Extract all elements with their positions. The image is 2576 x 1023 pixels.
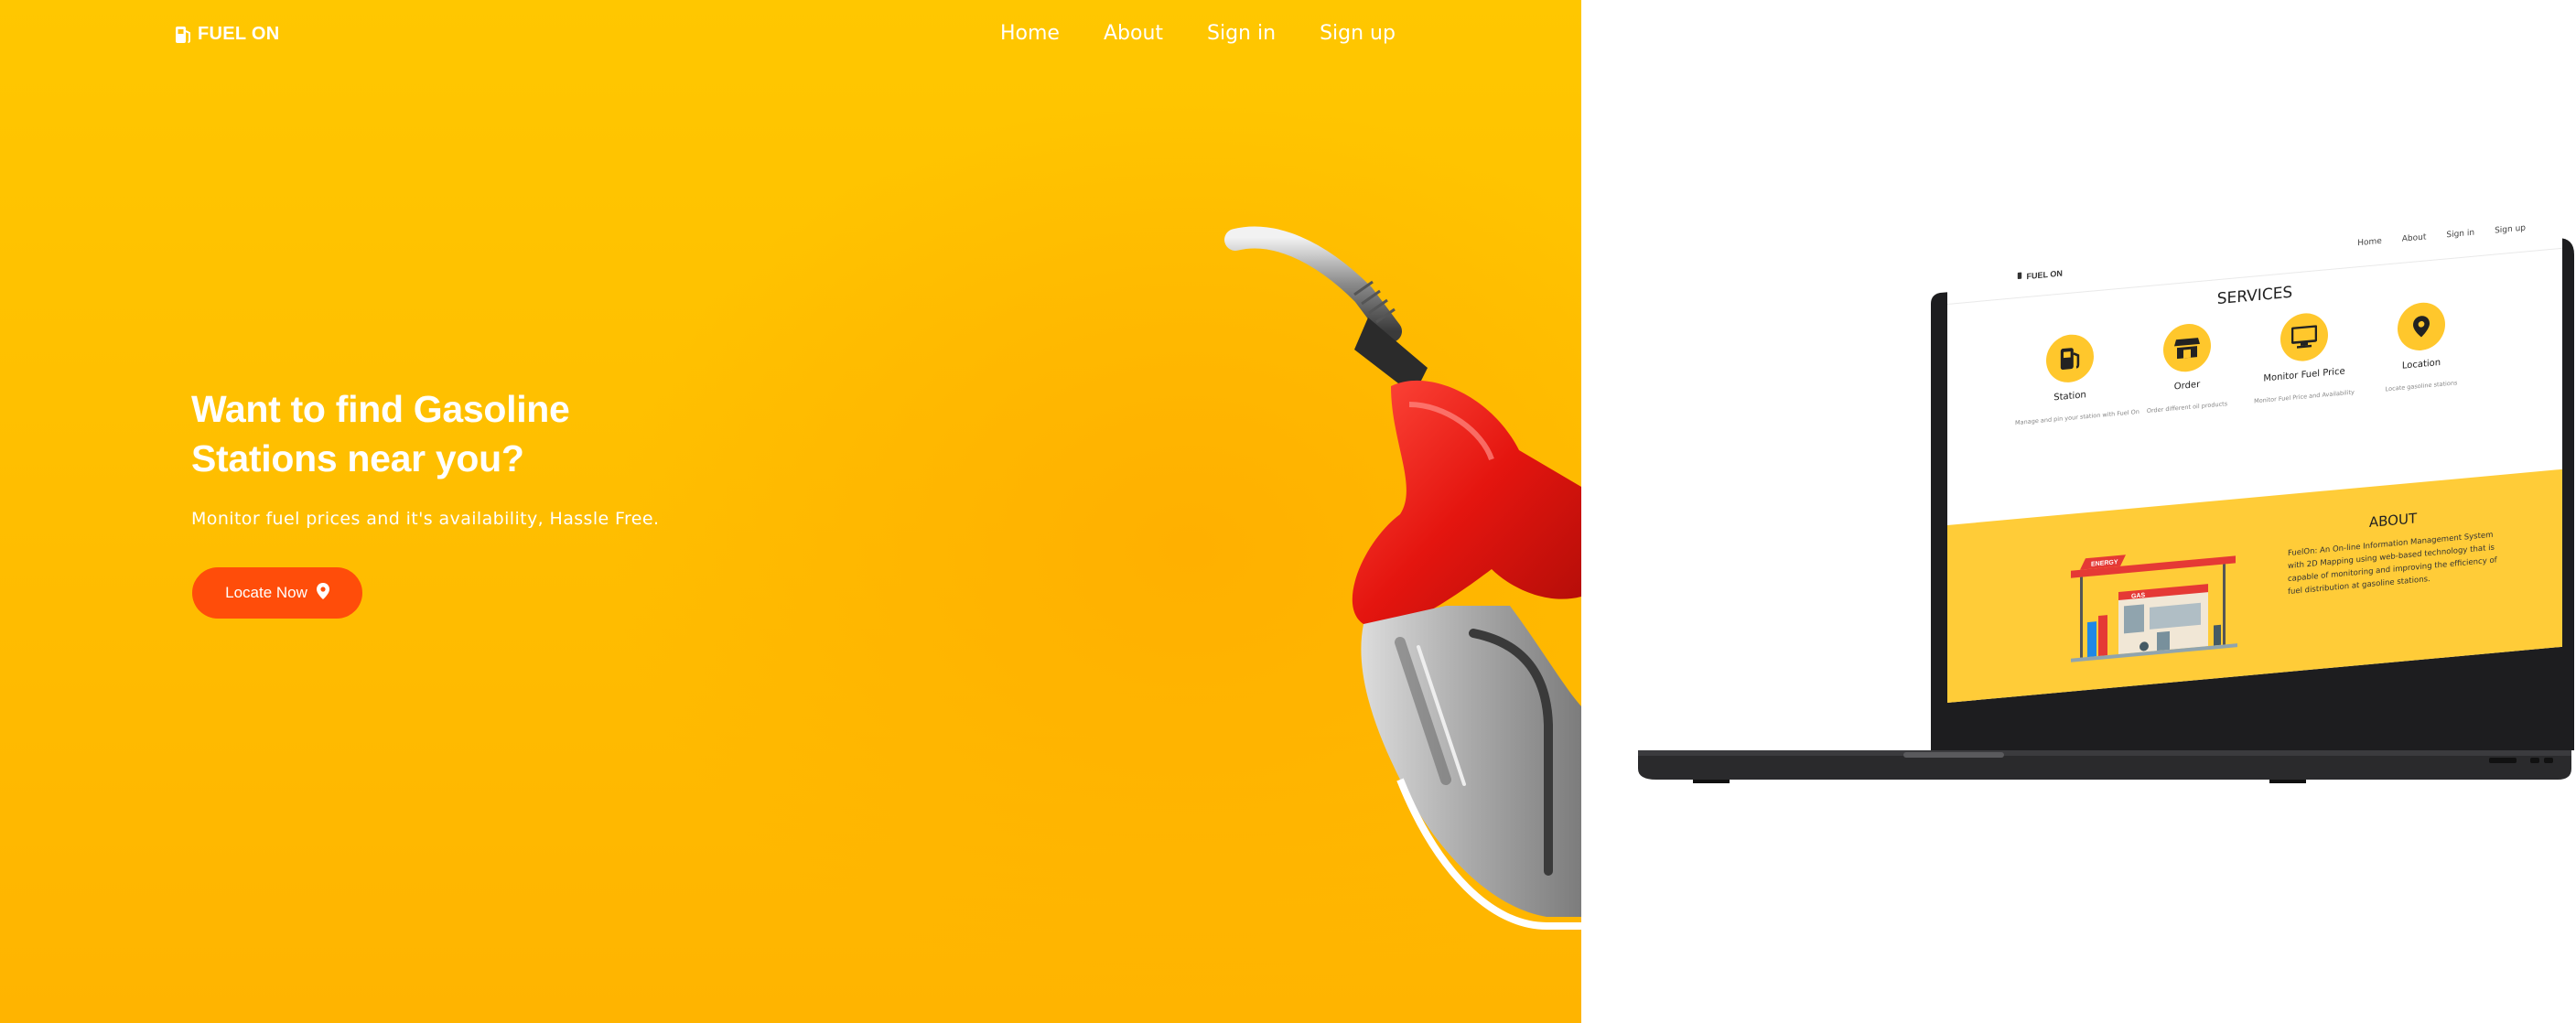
nav-about-link[interactable]: About <box>1104 22 1163 45</box>
service-station-label: Station <box>2053 390 2086 404</box>
service-station-desc: Manage and pin your station with Fuel On <box>2015 407 2139 427</box>
preview-nav-signin: Sign in <box>2446 228 2475 241</box>
service-order: Order Order different oil products <box>2132 319 2242 416</box>
service-monitor-label: Monitor Fuel Price <box>2263 366 2345 384</box>
main-nav: Home About Sign in Sign up <box>1000 22 1439 45</box>
preview-nav-about: About <box>2401 232 2427 244</box>
service-monitor-desc: Monitor Fuel Price and Availability <box>2254 388 2355 405</box>
service-order-desc: Order different oil products <box>2146 400 2228 415</box>
nav-signup-link[interactable]: Sign up <box>1320 22 1396 45</box>
hero-subtitle: Monitor fuel prices and it's availabilit… <box>191 509 660 529</box>
gas-pump-icon <box>2046 332 2094 385</box>
laptop-screen: FUEL ON Home About Sign in Sign up SERVI… <box>1947 207 2562 721</box>
service-location: Location Locate gasoline stations <box>2366 297 2476 394</box>
preview-nav-home: Home <box>2357 236 2382 249</box>
about-text: FuelOn: An On-line Information Managemen… <box>2288 530 2497 598</box>
fuel-pump-icon <box>174 25 192 45</box>
preview-nav-menu: Home About Sign in Sign up <box>2357 223 2526 248</box>
nav-home-link[interactable]: Home <box>1000 22 1060 45</box>
location-pin-icon <box>316 582 329 604</box>
station-gas-sign: GAS <box>2131 592 2145 599</box>
preview-fuel-pump-icon <box>2017 272 2027 282</box>
locate-now-button[interactable]: Locate Now <box>192 567 362 619</box>
service-location-label: Location <box>2401 357 2441 372</box>
service-order-label: Order <box>2173 379 2201 393</box>
preview-nav-signup: Sign up <box>2495 223 2526 236</box>
brand-name: FUEL ON <box>198 24 280 44</box>
services-page-preview: FUEL ON Home About Sign in Sign up SERVI… <box>1947 207 2562 704</box>
hero-headline: Want to find Gasoline Stations near you? <box>191 388 570 479</box>
preview-about-section: ENERGY GAS ABOUT FuelOn: An On-line Info… <box>1947 468 2562 704</box>
service-monitor: Monitor Fuel Price Monitor Fuel Price an… <box>2249 308 2359 405</box>
service-location-desc: Locate gasoline stations <box>2385 379 2458 393</box>
locate-now-label: Locate Now <box>225 584 307 601</box>
gas-station-illustration: ENERGY GAS <box>2071 555 2237 662</box>
location-icon <box>2398 300 2445 353</box>
nav-signin-link[interactable]: Sign in <box>1207 22 1276 45</box>
fuel-nozzle-illustration <box>1224 226 1581 930</box>
brand-logo[interactable]: FUEL ON <box>174 24 280 45</box>
preview-brand-name: FUEL ON <box>2026 268 2063 282</box>
preview-logo: FUEL ON <box>2017 268 2063 283</box>
hero-section: FUEL ON Home About Sign in Sign up Want … <box>0 0 1581 1023</box>
store-icon <box>2163 321 2211 374</box>
monitor-icon <box>2280 311 2328 363</box>
service-station: Station Manage and pin your station with… <box>2015 329 2139 427</box>
